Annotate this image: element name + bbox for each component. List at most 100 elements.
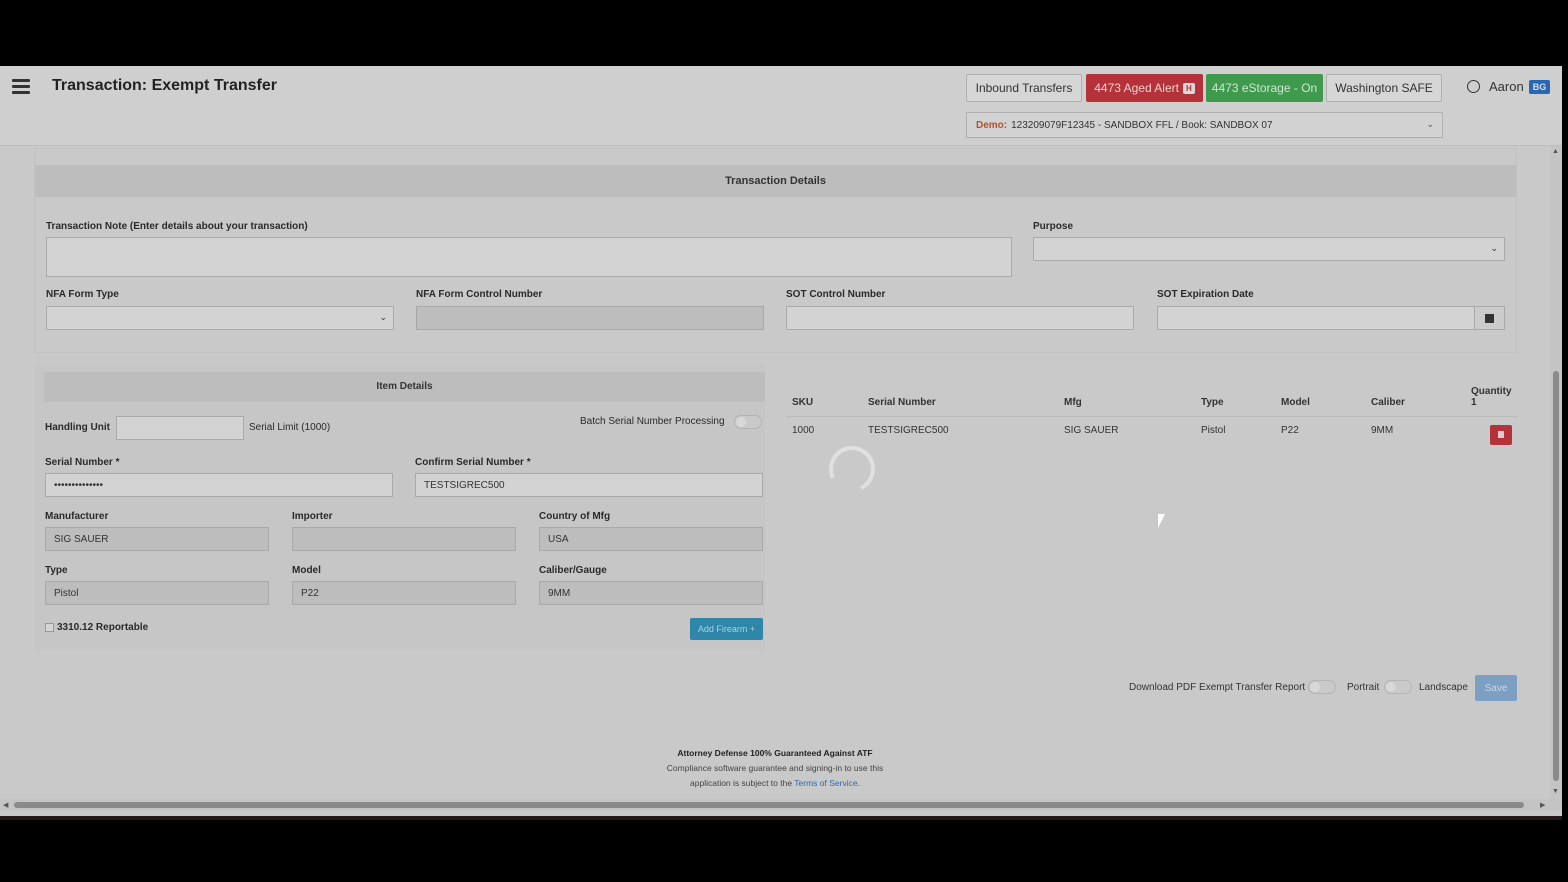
- horizontal-scroll-thumb[interactable]: [14, 802, 1524, 808]
- aged-alert-button[interactable]: 4473 Aged Alert H: [1086, 74, 1203, 102]
- loading-spinner-icon: [822, 439, 882, 499]
- calendar-icon[interactable]: [1474, 307, 1504, 329]
- cell-caliber: 9MM: [1371, 425, 1394, 436]
- caliber-input[interactable]: 9MM: [539, 581, 763, 605]
- sot-expiration-label: SOT Expiration Date: [1157, 289, 1254, 300]
- item-details-panel: Item Details Handling Unit Serial Limit …: [34, 364, 765, 650]
- download-pdf-label: Download PDF Exempt Transfer Report: [1129, 682, 1306, 693]
- scroll-up-icon[interactable]: ▲: [1552, 148, 1559, 155]
- top-bar: Transaction: Exempt Transfer Inbound Tra…: [0, 66, 1562, 146]
- sot-control-input[interactable]: [786, 306, 1134, 330]
- model-label: Model: [292, 565, 321, 576]
- cell-actions: [1465, 416, 1518, 445]
- scroll-right-icon[interactable]: ▶: [1540, 801, 1545, 809]
- quantity-label: Quantity: [1471, 385, 1512, 397]
- user-icon: [1467, 80, 1480, 93]
- footer: Attorney Defense 100% Guaranteed Against…: [0, 746, 1550, 791]
- scroll-left-icon[interactable]: ◀: [3, 801, 8, 809]
- vertical-scroll-thumb[interactable]: [1553, 371, 1559, 781]
- transaction-details-panel: Transaction Details Transaction Note (En…: [34, 148, 1517, 353]
- handling-unit-input[interactable]: [116, 416, 244, 440]
- purpose-select[interactable]: ⌄: [1033, 237, 1505, 261]
- footer-line3: application is subject to the Terms of S…: [690, 778, 860, 788]
- inbound-transfers-button[interactable]: Inbound Transfers: [966, 74, 1082, 102]
- importer-input[interactable]: [292, 527, 516, 551]
- confirm-serial-label: Confirm Serial Number *: [415, 457, 531, 468]
- confirm-serial-input[interactable]: TESTSIGREC500: [415, 473, 763, 497]
- estorage-button[interactable]: 4473 eStorage - On: [1206, 74, 1323, 102]
- nfa-control-input[interactable]: [416, 306, 764, 330]
- orientation-toggle[interactable]: [1384, 680, 1412, 694]
- chevron-down-icon: ⌄: [1426, 119, 1434, 129]
- delete-row-button[interactable]: [1490, 424, 1512, 445]
- save-button[interactable]: Save: [1475, 675, 1517, 701]
- ffl-value: 123209079F12345 - SANDBOX FFL / Book: SA…: [1011, 119, 1273, 131]
- country-input[interactable]: USA: [539, 527, 763, 551]
- terms-link[interactable]: Terms of Service: [794, 778, 857, 788]
- sot-control-label: SOT Control Number: [786, 289, 886, 300]
- col-type: Type: [1195, 372, 1275, 417]
- nfa-control-label: NFA Form Control Number: [416, 289, 543, 300]
- col-model: Model: [1275, 372, 1365, 417]
- manufacturer-label: Manufacturer: [45, 511, 109, 522]
- type-label: Type: [45, 565, 68, 576]
- washington-safe-button[interactable]: Washington SAFE: [1326, 74, 1442, 102]
- table-header-row: SKU Serial Number Mfg Type Model Caliber…: [786, 372, 1518, 417]
- batch-toggle[interactable]: [734, 415, 762, 429]
- serial-number-label: Serial Number *: [45, 457, 120, 468]
- col-quantity: Quantity 1: [1465, 372, 1518, 417]
- hamburger-icon[interactable]: [12, 79, 30, 95]
- item-details-heading: Item Details: [44, 372, 765, 402]
- nfa-form-type-label: NFA Form Type: [46, 289, 119, 300]
- landscape-label: Landscape: [1419, 682, 1468, 693]
- chevron-down-icon: ⌄: [1490, 243, 1498, 253]
- caliber-label: Caliber/Gauge: [539, 565, 607, 576]
- importer-label: Importer: [292, 511, 333, 522]
- reportable-label: 3310.12 Reportable: [57, 622, 149, 633]
- user-menu[interactable]: Aaron BG: [1467, 79, 1551, 94]
- cell-sku: 1000: [792, 425, 815, 436]
- country-label: Country of Mfg: [539, 511, 611, 522]
- model-input[interactable]: P22: [292, 581, 516, 605]
- type-input[interactable]: Pistol: [45, 581, 269, 605]
- col-caliber: Caliber: [1365, 372, 1465, 417]
- col-mfg: Mfg: [1058, 372, 1195, 417]
- reportable-checkbox[interactable]: [45, 623, 54, 632]
- transaction-details-heading: Transaction Details: [35, 165, 1516, 197]
- scroll-down-icon[interactable]: ▼: [1552, 788, 1559, 795]
- sot-expiration-input[interactable]: [1157, 306, 1505, 330]
- chevron-down-icon: ⌄: [379, 312, 387, 322]
- main-content: Transaction Details Transaction Note (En…: [22, 146, 1528, 738]
- footer-guarantee: Attorney Defense 100% Guaranteed Against…: [677, 748, 873, 758]
- serial-number-input[interactable]: ••••••••••••••: [45, 473, 393, 497]
- batch-label: Batch Serial Number Processing: [580, 416, 725, 427]
- transaction-note-label: Transaction Note (Enter details about yo…: [46, 221, 308, 232]
- cell-type: Pistol: [1201, 425, 1226, 436]
- manufacturer-input[interactable]: SIG SAUER: [45, 527, 269, 551]
- table-row: 1000 TESTSIGREC500 SIG SAUER Pistol P22 …: [786, 416, 1518, 445]
- items-table: SKU Serial Number Mfg Type Model Caliber…: [786, 372, 1518, 445]
- portrait-label: Portrait: [1347, 682, 1380, 693]
- cell-serial: TESTSIGREC500: [868, 425, 949, 436]
- ffl-book-select[interactable]: Demo: 123209079F12345 - SANDBOX FFL / Bo…: [966, 112, 1443, 138]
- handling-unit-label: Handling Unit: [45, 422, 110, 433]
- trash-icon: [1498, 431, 1504, 438]
- page-title: Transaction: Exempt Transfer: [52, 77, 277, 94]
- nfa-form-type-select[interactable]: ⌄: [46, 306, 394, 330]
- serial-limit-text: Serial Limit (1000): [249, 422, 331, 433]
- cell-model: P22: [1281, 425, 1299, 436]
- mouse-cursor-icon: [1158, 514, 1165, 528]
- transaction-note-input[interactable]: [46, 237, 1012, 277]
- add-firearm-button[interactable]: Add Firearm +: [690, 618, 763, 640]
- horizontal-scrollbar[interactable]: ◀ ▶: [0, 799, 1562, 811]
- user-badge: BG: [1528, 79, 1551, 94]
- vertical-scrollbar[interactable]: ▲ ▼: [1550, 146, 1562, 800]
- col-serial: Serial Number: [862, 372, 1058, 417]
- purpose-label: Purpose: [1033, 221, 1074, 232]
- col-sku: SKU: [786, 372, 862, 417]
- cell-mfg: SIG SAUER: [1064, 425, 1119, 436]
- download-pdf-toggle[interactable]: [1308, 680, 1336, 694]
- user-name: Aaron: [1489, 79, 1524, 94]
- quantity-value: 1: [1471, 396, 1477, 408]
- app-window: Transaction: Exempt Transfer Inbound Tra…: [0, 66, 1562, 816]
